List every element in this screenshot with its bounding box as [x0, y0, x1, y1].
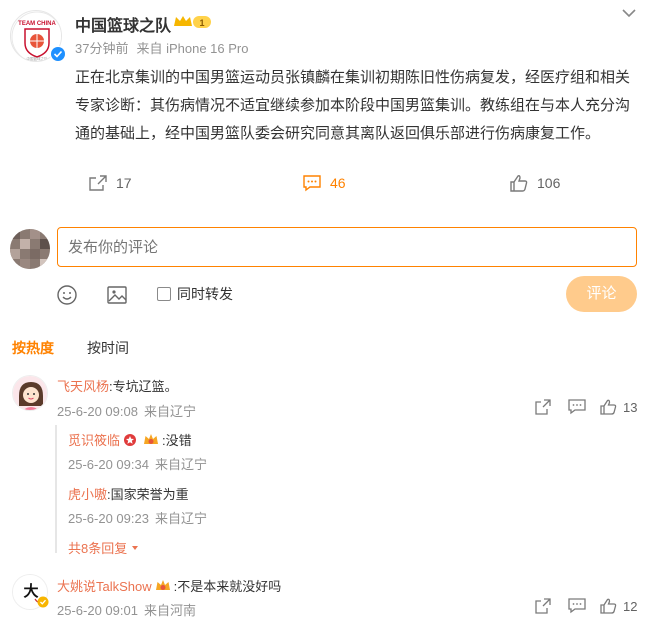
reply-divider: [55, 425, 57, 553]
comment-source: 来自河南: [143, 603, 196, 618]
reply-time: 25-6-20 09:34: [68, 457, 149, 472]
like-icon: [600, 399, 617, 415]
more-replies-label: 共8条回复: [68, 541, 128, 556]
comment-content: 飞天风杨:专坑辽篮。: [57, 376, 178, 395]
comment-meta: 25-6-20 09:08 来自辽宁: [57, 401, 196, 420]
crown-icon[interactable]: 1: [173, 14, 213, 30]
fan-badge-icon: [143, 433, 159, 447]
repost-icon: [89, 175, 107, 191]
comment-avatar[interactable]: [12, 375, 48, 411]
repost-count: 17: [116, 175, 132, 191]
reply-content: 觅识筱临 :没错: [68, 430, 192, 449]
crown-level: 1: [199, 18, 204, 28]
comment-username[interactable]: 飞天风杨: [57, 376, 109, 395]
caret-down-icon: [132, 545, 139, 550]
repost-label: 同时转发: [177, 286, 233, 302]
fan-badge-icon: [155, 579, 171, 593]
chevron-down-icon[interactable]: [620, 6, 638, 20]
reply-icon[interactable]: [568, 399, 586, 415]
like-icon: [600, 598, 617, 614]
comment-username[interactable]: 大姚说TalkShow: [57, 576, 152, 595]
comment-actions: 13: [534, 399, 637, 415]
more-replies-link[interactable]: 共8条回复: [68, 538, 140, 557]
comment-time: 25-6-20 09:08: [57, 404, 138, 419]
post-author-name[interactable]: 中国篮球之队: [75, 12, 171, 36]
reply-text: :国家荣誉为重: [107, 487, 189, 502]
comment-input[interactable]: [57, 227, 637, 267]
tab-sort-time[interactable]: 按时间: [87, 338, 129, 358]
verified-icon: [50, 46, 66, 62]
reply-content: 虎小嗷:国家荣誉为重: [68, 484, 189, 503]
repost-checkbox[interactable]: [157, 287, 171, 301]
post-body: 正在北京集训的中国男篮运动员张镇麟在集训初期陈旧性伤病复发，经医疗组和相关专家诊…: [75, 69, 631, 142]
comment-icon: [303, 175, 321, 192]
comment-meta: 25-6-20 09:01 来自河南: [57, 600, 196, 618]
submit-comment-button[interactable]: 评论: [566, 276, 637, 312]
comment-actions: 12: [534, 598, 637, 614]
reply-time: 25-6-20 09:23: [68, 511, 149, 526]
reply-username[interactable]: 虎小嗷: [68, 484, 107, 503]
post-source: 来自 iPhone 16 Pro: [136, 41, 249, 56]
comment-count: 46: [330, 175, 346, 191]
comment-button[interactable]: 46: [302, 174, 346, 192]
reply-meta: 25-6-20 09:34 来自辽宁: [68, 454, 207, 473]
reply-source: 来自辽宁: [154, 457, 207, 472]
comment-like-button[interactable]: 13: [600, 399, 637, 415]
like-button[interactable]: 106: [509, 174, 560, 192]
my-avatar[interactable]: [10, 229, 50, 269]
like-count: 106: [537, 175, 561, 191]
post-time[interactable]: 37分钟前: [75, 41, 128, 56]
avatar-team-text: TEAM CHINA: [18, 21, 56, 27]
repost-checkbox-group[interactable]: 同时转发: [157, 284, 233, 304]
share-icon[interactable]: [534, 399, 552, 415]
comment-like-button[interactable]: 12: [600, 598, 637, 614]
emoji-icon[interactable]: [56, 284, 78, 306]
comment-content: 大姚说TalkShow :不是本来就没好吗: [57, 576, 281, 595]
reply-icon[interactable]: [568, 598, 586, 614]
member-badge-icon: [123, 433, 137, 447]
reply-text: :没错: [162, 433, 192, 448]
post-meta: 37分钟前 来自 iPhone 16 Pro: [75, 38, 248, 57]
verified-icon: [37, 596, 49, 608]
comment-source: 来自辽宁: [143, 404, 196, 419]
comment-text: :专坑辽篮。: [109, 379, 178, 394]
avatar-subtext: 中国篮球之队: [27, 56, 48, 61]
reply-username[interactable]: 觅识筱临: [68, 430, 120, 449]
like-icon: [510, 175, 528, 192]
reply-source: 来自辽宁: [154, 511, 207, 526]
comment-text: :不是本来就没好吗: [173, 579, 282, 594]
tab-sort-hot[interactable]: 按热度: [12, 338, 54, 358]
comment-time: 25-6-20 09:01: [57, 603, 138, 618]
comment-like-count: 12: [623, 598, 638, 614]
reply-meta: 25-6-20 09:23 来自辽宁: [68, 508, 207, 527]
share-icon[interactable]: [534, 598, 552, 614]
repost-button[interactable]: 17: [88, 174, 132, 192]
image-icon[interactable]: [106, 284, 128, 306]
comment-like-count: 13: [623, 399, 638, 415]
